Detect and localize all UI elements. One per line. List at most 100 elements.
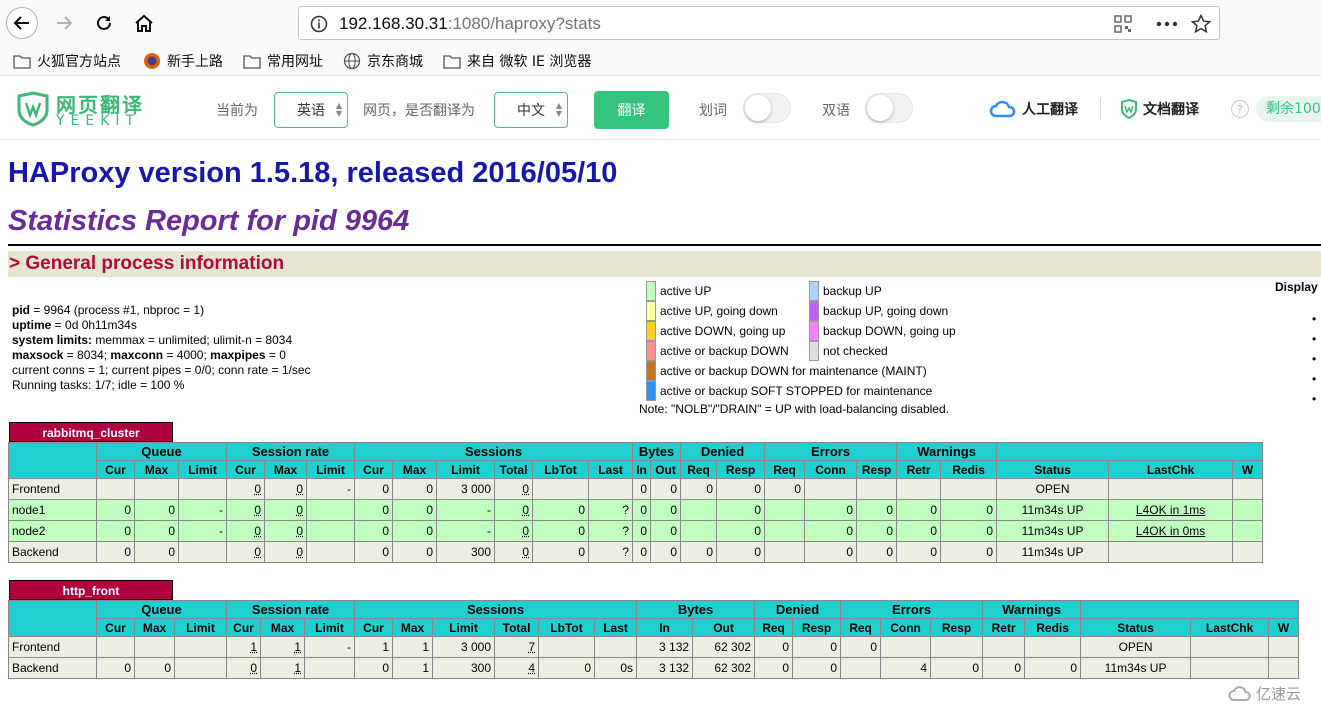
- stat-value: 1: [294, 661, 301, 675]
- table-cell: 0: [355, 479, 393, 500]
- table-cell: -: [179, 521, 227, 542]
- column-header: Max: [393, 619, 433, 637]
- pid-line: pid = 9964 (process #1, nbproc = 1): [12, 303, 311, 318]
- more-actions-icon[interactable]: [1156, 21, 1178, 27]
- column-header: Cur: [227, 461, 265, 479]
- bookmark-folder-firefox[interactable]: 火狐官方站点: [13, 51, 121, 71]
- remaining-quota-badge[interactable]: 剩余100: [1256, 96, 1321, 122]
- table-cell: 0: [897, 500, 941, 521]
- globe-icon: [343, 52, 361, 70]
- table-cell: [897, 479, 941, 500]
- legend-swatch: [809, 341, 819, 361]
- back-button[interactable]: [6, 7, 38, 39]
- table-cell: 0: [539, 658, 595, 679]
- column-header: LastChk: [1109, 461, 1233, 479]
- table-cell: 0: [495, 479, 533, 500]
- table-cell: 0: [393, 500, 437, 521]
- table-cell: 0: [495, 521, 533, 542]
- cloud-icon: [989, 100, 1017, 118]
- translate-button[interactable]: 翻译: [594, 91, 669, 129]
- doc-translate-label: 文档翻译: [1143, 99, 1199, 119]
- table-cell: 0: [651, 500, 681, 521]
- home-button[interactable]: [128, 7, 160, 39]
- group-header: Warnings: [983, 601, 1081, 619]
- column-header: Cur: [97, 619, 135, 637]
- maxconn-value: = 4000;: [163, 348, 210, 362]
- row-name: Frontend: [9, 479, 97, 500]
- group-header: Errors: [841, 601, 983, 619]
- qr-code-icon[interactable]: [1114, 15, 1132, 33]
- human-translate-label: 人工翻译: [1022, 99, 1078, 119]
- proxy-name-http-front[interactable]: http_front: [9, 580, 173, 600]
- target-language-select[interactable]: 中文 ▲ ▼: [494, 92, 568, 128]
- help-icon[interactable]: ?: [1231, 100, 1249, 118]
- table-cell: [1233, 500, 1263, 521]
- bookmark-getting-started[interactable]: 新手上路: [143, 51, 223, 71]
- column-header: Out: [651, 461, 681, 479]
- watermark-text: 亿速云: [1256, 683, 1301, 704]
- row-name[interactable]: node2: [9, 521, 97, 542]
- table-cell: [765, 521, 805, 542]
- last-check-link[interactable]: L4OK in 0ms: [1136, 524, 1205, 538]
- last-check-link[interactable]: L4OK in 1ms: [1136, 503, 1205, 517]
- group-header: Bytes: [637, 601, 755, 619]
- bullet-icon: •: [1312, 369, 1316, 389]
- table-cell: 0: [1025, 658, 1081, 679]
- stat-value: 0: [522, 482, 529, 496]
- column-header: Resp: [717, 461, 765, 479]
- legend-label: backup UP: [823, 284, 882, 298]
- table-cell: [1109, 479, 1233, 500]
- column-header: Max: [261, 619, 305, 637]
- column-header: LastChk: [1191, 619, 1269, 637]
- table-cell: 0: [897, 542, 941, 563]
- row-name[interactable]: node1: [9, 500, 97, 521]
- source-language-select[interactable]: 英语 ▲ ▼: [274, 92, 348, 128]
- table-cell: 0: [265, 479, 307, 500]
- stat-value: 0: [254, 545, 261, 559]
- table-cell: 0: [755, 658, 793, 679]
- table-cell: 0: [717, 521, 765, 542]
- human-translate-link[interactable]: 人工翻译: [989, 99, 1078, 119]
- bookmark-folder-ie[interactable]: 来自 微软 IE 浏览器: [443, 51, 591, 71]
- section-header: > General process information: [8, 251, 1321, 277]
- column-header: W: [1233, 461, 1263, 479]
- table-cell: -: [305, 637, 355, 658]
- table-cell: 4: [881, 658, 931, 679]
- stat-value: 0: [254, 503, 261, 517]
- reload-button[interactable]: [88, 7, 120, 39]
- table-cell: [1109, 542, 1233, 563]
- table-cell: 11m34s UP: [997, 500, 1109, 521]
- conns-line: current conns = 1; current pipes = 0/0; …: [12, 363, 311, 378]
- legend-label: active or backup SOFT STOPPED for mainte…: [660, 384, 932, 398]
- table-cell: [307, 500, 355, 521]
- table-row: Backend 0 0 0 0 0 0 300 0 0? 0 0 0 0 0 0 0 0 11m34s UP: [9, 542, 1263, 563]
- stat-value: 0: [296, 503, 303, 517]
- table-cell: 0: [97, 658, 135, 679]
- table-cell: [307, 542, 355, 563]
- table-cell: L4OK in 1ms: [1109, 500, 1233, 521]
- column-header: Redis: [1025, 619, 1081, 637]
- forward-button[interactable]: [48, 7, 80, 39]
- group-header: Warnings: [897, 443, 997, 461]
- legend-swatch: [809, 301, 819, 321]
- table-cell: [1269, 637, 1299, 658]
- bookmark-jd[interactable]: 京东商城: [343, 51, 423, 71]
- uptime-value: = 0d 0h11m34s: [51, 318, 137, 332]
- logo-en: YEEKIT: [56, 113, 140, 129]
- stats-table-rabbitmq: Queue Session rate Sessions Bytes Denied Erro…: [8, 442, 1263, 563]
- doc-translate-link[interactable]: 文档翻译: [1120, 99, 1199, 119]
- table-cell: 3 132: [637, 637, 693, 658]
- table-cell: [765, 542, 805, 563]
- legend-label: active DOWN, going up: [660, 324, 785, 338]
- bullet-icon: •: [1312, 309, 1316, 329]
- proxy-name-rabbitmq[interactable]: rabbitmq_cluster: [9, 422, 173, 442]
- bookmark-folder-common[interactable]: 常用网址: [243, 51, 323, 71]
- legend-note: Note: "NOLB"/"DRAIN" = UP with load-bala…: [639, 402, 949, 416]
- bookmark-star-icon[interactable]: [1191, 14, 1211, 34]
- maxconn-label: maxconn: [110, 348, 163, 362]
- address-bar[interactable]: 192.168.30.31:1080/haproxy?stats: [298, 6, 1220, 40]
- table-cell: 0: [265, 500, 307, 521]
- word-select-toggle[interactable]: [743, 93, 791, 123]
- table-cell: 0: [651, 479, 681, 500]
- bilingual-toggle[interactable]: [865, 93, 913, 123]
